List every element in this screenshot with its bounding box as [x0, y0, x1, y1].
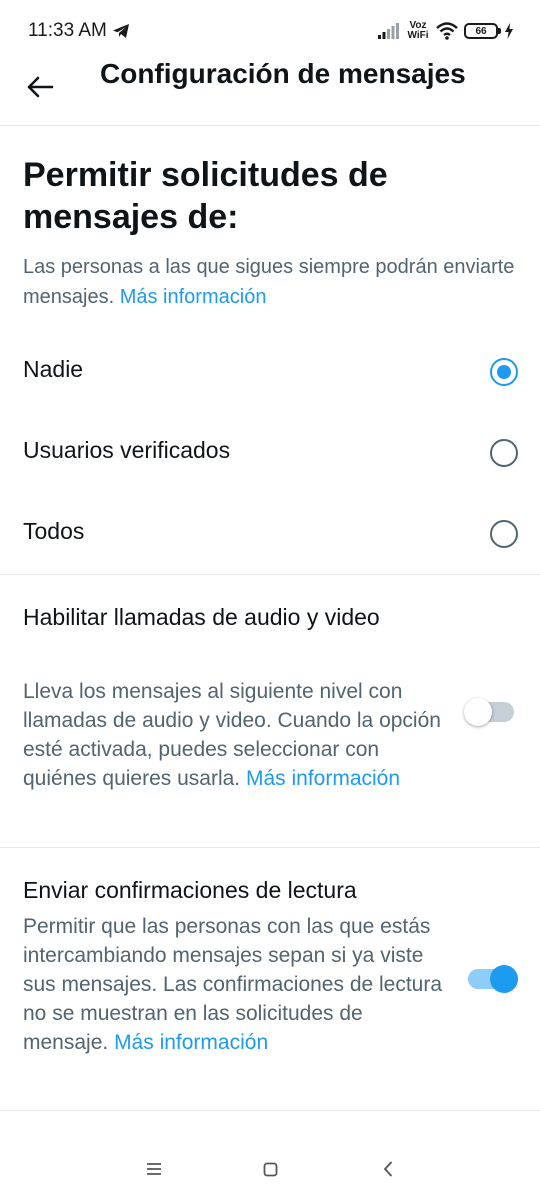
read-receipts-toggle[interactable] — [468, 965, 518, 993]
network-label: Voz WiFi — [407, 20, 429, 41]
battery-icon: 66 — [464, 23, 501, 39]
app-header: Configuración de mensajes — [0, 50, 540, 126]
option-nadie[interactable]: Nadie — [0, 336, 540, 408]
message-requests-description: Las personas a las que sigues siempre po… — [23, 252, 523, 312]
message-requests-description-text: Las personas a las que sigues siempre po… — [23, 256, 515, 308]
back-button[interactable] — [20, 70, 60, 104]
option-label: Todos — [23, 518, 85, 544]
radio-nadie[interactable] — [490, 358, 518, 386]
home-square-icon — [263, 1162, 277, 1176]
calls-title: Habilitar llamadas de audio y video — [23, 604, 380, 630]
arrow-left-icon — [27, 76, 54, 98]
system-back-button[interactable] — [373, 1154, 403, 1184]
recent-apps-button[interactable] — [139, 1154, 169, 1184]
calls-description: Lleva los mensajes al siguiente nivel co… — [23, 677, 453, 793]
toggle-thumb — [490, 965, 518, 993]
read-receipts-description: Permitir que las personas con las que es… — [23, 912, 453, 1057]
toggle-thumb — [464, 698, 492, 726]
calls-more-info-link[interactable]: Más información — [246, 767, 400, 790]
status-time: 11:33 AM — [28, 20, 107, 41]
read-receipts-more-info-link[interactable]: Más información — [114, 1031, 268, 1054]
message-requests-heading: Permitir solicitudes de mensajes de: — [23, 156, 388, 236]
back-chevron-icon — [383, 1161, 392, 1177]
home-button[interactable] — [255, 1154, 285, 1184]
bolt-icon — [505, 23, 513, 39]
option-todos[interactable]: Todos — [0, 498, 540, 570]
read-receipts-title: Enviar confirmaciones de lectura — [23, 877, 357, 903]
divider — [0, 1110, 540, 1111]
radio-usuarios-verificados[interactable] — [490, 439, 518, 467]
wifi-icon — [436, 22, 458, 40]
battery-level: 66 — [475, 25, 487, 37]
telegram-icon — [113, 24, 129, 38]
option-label: Usuarios verificados — [23, 437, 231, 463]
status-icons: Voz WiFi 66 — [378, 18, 514, 44]
calls-toggle[interactable] — [464, 698, 514, 726]
option-label: Nadie — [23, 356, 84, 382]
radio-todos[interactable] — [490, 520, 518, 548]
page-title: Configuración de mensajes — [100, 58, 466, 89]
signal-icon — [378, 23, 399, 39]
system-nav-bar — [0, 1140, 540, 1200]
menu-icon — [147, 1163, 161, 1175]
option-usuarios-verificados[interactable]: Usuarios verificados — [0, 417, 540, 489]
divider — [0, 847, 540, 848]
divider — [0, 574, 540, 575]
more-info-link[interactable]: Más información — [120, 286, 267, 308]
